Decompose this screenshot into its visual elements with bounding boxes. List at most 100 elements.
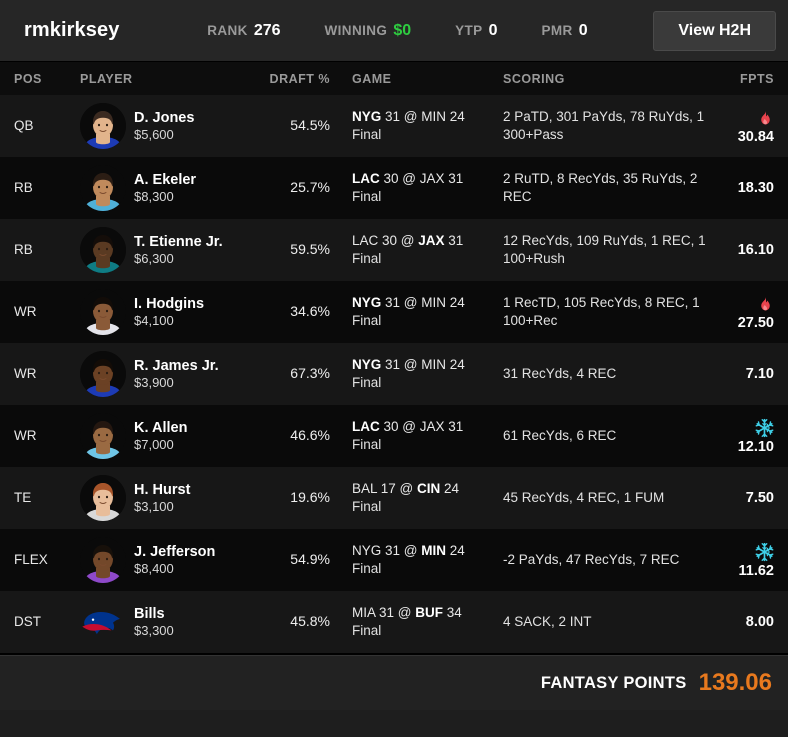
lineup-footer: FANTASY POINTS 139.06 — [0, 655, 788, 710]
row-fpts: 7.10 — [718, 367, 788, 382]
row-game[interactable]: NYG 31 @ MIN 24 Final — [330, 356, 495, 392]
row-scoring: 31 RecYds, 4 REC — [495, 365, 718, 383]
player-name: R. James Jr. — [134, 357, 219, 374]
row-player[interactable]: K. Allen $7,000 — [80, 413, 250, 459]
row-game[interactable]: LAC 30 @ JAX 31 Final — [330, 232, 495, 268]
row-game[interactable]: NYG 31 @ MIN 24 Final — [330, 108, 495, 144]
scoring-detail: 45 RecYds, 4 REC, 1 FUM — [503, 490, 665, 505]
row-scoring: 61 RecYds, 6 REC — [495, 427, 718, 445]
row-draft-pct: 67.3% — [250, 365, 330, 383]
row-game[interactable]: LAC 30 @ JAX 31 Final — [330, 170, 495, 206]
row-player[interactable]: R. James Jr. $3,900 — [80, 351, 250, 397]
draft-percent-value: 46.6% — [290, 427, 330, 443]
row-scoring: 4 SACK, 2 INT — [495, 613, 718, 631]
position-label: WR — [14, 428, 37, 443]
row-scoring: 12 RecYds, 109 RuYds, 1 REC, 1 100+Rush — [495, 232, 718, 268]
stat-winning-label: WINNING — [324, 22, 388, 38]
scoring-detail: 2 RuTD, 8 RecYds, 35 RuYds, 2 REC — [503, 171, 698, 204]
row-player[interactable]: T. Etienne Jr. $6,300 — [80, 227, 250, 273]
player-name: K. Allen — [134, 419, 188, 436]
row-game[interactable]: NYG 31 @ MIN 24 Final — [330, 294, 495, 330]
position-label: QB — [14, 118, 34, 133]
column-header-pos: POS — [14, 71, 42, 86]
fire-icon — [761, 296, 770, 311]
scoring-detail: 31 RecYds, 4 REC — [503, 366, 617, 381]
row-scoring: 45 RecYds, 4 REC, 1 FUM — [495, 489, 718, 507]
game-status: Final — [352, 437, 382, 452]
game-status: Final — [352, 623, 382, 638]
table-row[interactable]: WR I. Hodgins $4,100 34.6% NYG 31 @ MIN 24 Fi… — [0, 281, 788, 343]
player-avatar — [80, 351, 126, 397]
scoring-detail: -2 PaYds, 47 RecYds, 7 REC — [503, 552, 680, 567]
player-salary: $3,100 — [134, 498, 174, 514]
row-draft-pct: 59.5% — [250, 241, 330, 259]
player-headshot — [80, 537, 126, 583]
row-fpts: 12.10 — [718, 418, 788, 455]
player-headshot — [80, 227, 126, 273]
row-fpts: 27.50 — [718, 294, 788, 331]
player-avatar — [80, 103, 126, 149]
row-position: WR — [0, 303, 80, 321]
lineup-card: rmkirksey RANK 276 WINNING $0 YTP 0 PMR … — [0, 0, 788, 737]
row-game[interactable]: MIA 31 @ BUF 34 Final — [330, 604, 495, 640]
player-salary: $3,300 — [134, 622, 174, 638]
player-salary: $5,600 — [134, 126, 174, 142]
stat-ytp-value: 0 — [488, 21, 498, 39]
table-row[interactable]: RB A. Ekeler $8,300 25.7% LAC 30 @ JAX 31 Fin… — [0, 157, 788, 219]
position-label: RB — [14, 180, 33, 195]
table-row[interactable]: TE H. Hurst $3,100 19.6% BAL 17 @ CIN 24 Fina… — [0, 467, 788, 529]
player-text-block: H. Hurst $3,100 — [134, 482, 190, 515]
draft-percent-value: 54.5% — [290, 117, 330, 133]
row-fpts: 16.10 — [718, 243, 788, 258]
fantasy-points-label: FANTASY POINTS — [540, 673, 687, 692]
view-h2h-button[interactable]: View H2H — [653, 10, 776, 51]
player-name: Bills — [134, 605, 165, 622]
scoring-detail: 4 SACK, 2 INT — [503, 614, 592, 629]
game-matchup: NYG 31 @ MIN 24 — [352, 295, 465, 310]
snowflake-icon — [755, 418, 774, 437]
position-label: DST — [14, 614, 41, 629]
table-row[interactable]: RB T. Etienne Jr. $6,300 59.5% LAC 30 @ JAX … — [0, 219, 788, 281]
player-text-block: D. Jones $5,600 — [134, 110, 194, 143]
game-matchup: LAC 30 @ JAX 31 — [352, 171, 464, 186]
row-game[interactable]: BAL 17 @ CIN 24 Final — [330, 480, 495, 516]
draft-percent-value: 19.6% — [290, 489, 330, 505]
row-player[interactable]: Bills $3,300 — [80, 603, 250, 641]
fpts-value: 18.30 — [737, 179, 774, 196]
player-avatar — [80, 537, 126, 583]
row-draft-pct: 54.5% — [250, 117, 330, 135]
draft-percent-value: 54.9% — [290, 551, 330, 567]
table-row[interactable]: FLEX J. Jefferson $8,400 54.9% NYG 31 @ MIN … — [0, 529, 788, 591]
position-label: WR — [14, 366, 37, 381]
row-draft-pct: 34.6% — [250, 303, 330, 321]
header-stats: RANK 276 WINNING $0 YTP 0 PMR 0 — [141, 22, 653, 40]
player-name: I. Hodgins — [134, 295, 205, 312]
player-avatar — [80, 227, 126, 273]
game-status: Final — [352, 127, 382, 142]
table-row[interactable]: DST Bills $3,300 45.8% MIA 31 @ BUF 34 Final 4… — [0, 591, 788, 653]
player-text-block: K. Allen $7,000 — [134, 420, 187, 453]
player-headshot — [80, 351, 126, 397]
table-row[interactable]: WR K. Allen $7,000 46.6% LAC 30 @ JAX 31 Fina… — [0, 405, 788, 467]
row-player[interactable]: D. Jones $5,600 — [80, 103, 250, 149]
table-row[interactable]: QB D. Jones $5,600 54.5% NYG 31 @ MIN 24 Fina… — [0, 95, 788, 157]
player-headshot — [80, 103, 126, 149]
stat-winning: WINNING $0 — [303, 22, 434, 40]
row-player[interactable]: H. Hurst $3,100 — [80, 475, 250, 521]
player-text-block: A. Ekeler $8,300 — [134, 172, 196, 205]
fpts-value: 27.50 — [737, 314, 774, 331]
row-player[interactable]: J. Jefferson $8,400 — [80, 537, 250, 583]
column-header-scoring: SCORING — [503, 71, 565, 86]
game-matchup: NYG 31 @ MIN 24 — [352, 109, 465, 124]
player-headshot — [80, 475, 126, 521]
row-game[interactable]: NYG 31 @ MIN 24 Final — [330, 542, 495, 578]
scoring-detail: 61 RecYds, 6 REC — [503, 428, 617, 443]
fpts-value: 7.10 — [745, 365, 774, 382]
row-position: WR — [0, 427, 80, 445]
table-row[interactable]: WR R. James Jr. $3,900 67.3% NYG 31 @ MIN 24… — [0, 343, 788, 405]
row-player[interactable]: A. Ekeler $8,300 — [80, 165, 250, 211]
row-position: DST — [0, 613, 80, 631]
row-game[interactable]: LAC 30 @ JAX 31 Final — [330, 418, 495, 454]
scoring-detail: 1 RecTD, 105 RecYds, 8 REC, 1 100+Rec — [503, 295, 700, 328]
row-player[interactable]: I. Hodgins $4,100 — [80, 289, 250, 335]
